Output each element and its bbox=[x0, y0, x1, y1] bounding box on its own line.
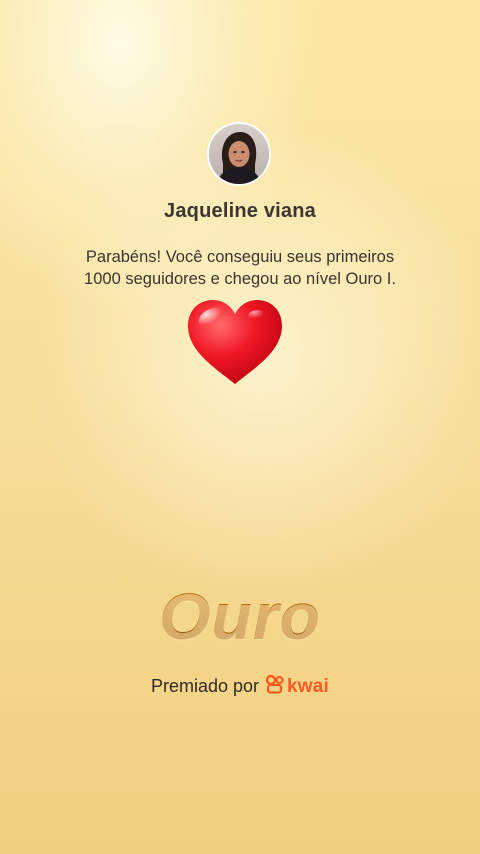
awarded-by-label: Premiado por bbox=[150, 676, 260, 696]
avatar bbox=[207, 122, 271, 186]
kwai-logo: kwai bbox=[265, 674, 329, 699]
level-title: Ouro bbox=[0, 578, 480, 654]
message-line-2: 1000 seguidores e chegou ao nível Ouro I… bbox=[84, 270, 396, 288]
message-line-1: Parabéns! Você conseguiu seus primeiros bbox=[85, 248, 395, 266]
kwai-brand: kwai bbox=[287, 675, 330, 697]
username: Jaqueline viana bbox=[164, 200, 316, 222]
kwai-logo-icon bbox=[265, 674, 285, 699]
awarded-by: Premiado por kwai bbox=[0, 674, 480, 699]
heart-emoji-icon bbox=[184, 296, 286, 388]
congratulations-message: Parabéns! Você conseguiu seus primeiros … bbox=[60, 246, 420, 290]
achievement-screen: Jaqueline viana Parabéns! Você conseguiu… bbox=[0, 0, 480, 854]
